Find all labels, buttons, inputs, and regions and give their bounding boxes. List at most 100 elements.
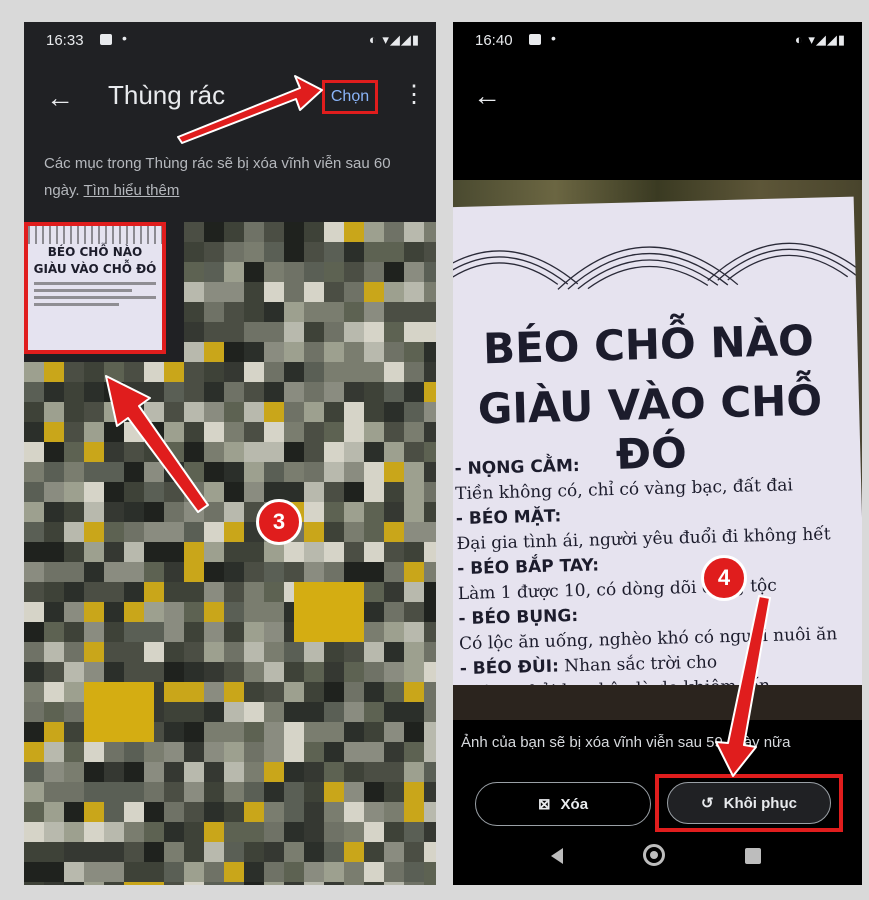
blurred-photo-tile	[404, 622, 424, 642]
blurred-photo-tile	[184, 422, 204, 442]
blurred-photo-tile	[64, 662, 84, 682]
blurred-photo-tile	[304, 362, 324, 382]
photo-line-label: - BÉO BỤNG:	[458, 605, 579, 630]
blurred-photo-tile	[424, 762, 436, 782]
blurred-photo-tile	[244, 262, 264, 282]
blurred-photo-tile	[24, 662, 44, 682]
blurred-photo-tile	[324, 222, 344, 242]
blurred-photo-tile	[124, 802, 144, 822]
blurred-photo-tile	[304, 882, 324, 885]
blurred-photo-tile	[324, 482, 344, 502]
blurred-photo-tile	[344, 482, 364, 502]
blurred-photo-tile	[204, 722, 224, 742]
blurred-photo-tile	[184, 302, 204, 322]
blurred-photo-tile	[44, 602, 64, 622]
delete-button[interactable]: ⊠ Xóa	[475, 782, 651, 826]
blurred-photo-tile	[204, 642, 224, 662]
blurred-photo-tile	[244, 562, 264, 582]
photo-line-label: - NỌNG CẰM:	[454, 455, 580, 480]
blurred-photo-tile	[124, 782, 144, 802]
blurred-photo-tile	[204, 842, 224, 862]
nav-home-icon[interactable]	[643, 844, 665, 866]
blurred-photo-tile	[344, 802, 364, 822]
blurred-photo-tile	[404, 542, 424, 562]
blurred-photo-tile	[364, 382, 384, 402]
blurred-photo-tile	[144, 582, 164, 602]
learn-more-link[interactable]: Tìm hiểu thêm	[84, 182, 180, 199]
blurred-photo-tile	[164, 702, 184, 722]
blurred-photo-tile	[64, 782, 84, 802]
blurred-photo-tile	[184, 242, 204, 262]
blurred-photo-tile	[64, 622, 84, 642]
blurred-photo-tile	[284, 282, 304, 302]
blurred-photo-tile	[144, 842, 164, 862]
blurred-photo-tile	[284, 362, 304, 382]
blurred-photo-tile	[124, 402, 144, 422]
blurred-photo-tile	[264, 562, 284, 582]
blurred-photo-tile	[84, 802, 104, 822]
blurred-photo-tile	[184, 862, 204, 882]
thumbnail-pattern	[28, 226, 162, 244]
blurred-photo-tile	[144, 542, 164, 562]
blurred-photo-tile	[204, 322, 224, 342]
blurred-photo-tile	[84, 442, 104, 462]
blurred-photo-tile	[384, 502, 404, 522]
blurred-photo-tile	[244, 722, 264, 742]
more-vert-icon[interactable]: ⋮	[402, 80, 426, 110]
blurred-photo-tile	[184, 222, 204, 242]
blurred-photo-tile	[144, 882, 164, 885]
blurred-photo-tile	[204, 582, 224, 602]
nav-recents-icon[interactable]	[745, 848, 761, 864]
nav-back-icon[interactable]	[551, 848, 563, 864]
blurred-photo-tile	[204, 342, 224, 362]
blurred-photo-tile	[384, 362, 404, 382]
blurred-photo-tile	[284, 562, 304, 582]
blurred-photo-tile	[344, 742, 364, 762]
blurred-photo-tile	[184, 722, 204, 742]
blurred-photo-tile	[124, 882, 144, 885]
blurred-photo-tile	[204, 702, 224, 722]
blurred-photo-tile	[304, 462, 324, 482]
blurred-photo-tile	[364, 282, 384, 302]
blurred-photo-tile	[204, 542, 224, 562]
blurred-photo-tile	[364, 442, 384, 462]
blurred-photo-tile	[64, 542, 84, 562]
blurred-photo-tile	[124, 582, 144, 602]
blurred-photo-tile	[424, 562, 436, 582]
blurred-photo-tile	[244, 802, 264, 822]
select-button[interactable]: Chọn	[322, 80, 378, 114]
blurred-photo-tile	[44, 862, 64, 882]
blurred-photo-tile	[344, 302, 364, 322]
restore-button[interactable]: ↺ Khôi phục	[667, 782, 831, 824]
blurred-photo-tile	[364, 722, 384, 742]
trash-photo-thumbnail[interactable]: BÉO CHỖ NÀO GIÀU VÀO CHỖ ĐÓ	[24, 222, 166, 354]
blurred-photo-tile	[24, 422, 44, 442]
system-nav-bar	[453, 834, 862, 885]
arrow-left-icon[interactable]: ←	[46, 84, 74, 112]
blurred-photo-tile	[284, 762, 304, 782]
blurred-photo-tile	[364, 782, 384, 802]
blurred-photo-tile	[264, 422, 284, 442]
blurred-photo-tile	[124, 862, 144, 882]
blurred-photo-tile	[144, 822, 164, 842]
blurred-photo-tile	[244, 642, 264, 662]
blurred-photo-tile	[204, 562, 224, 582]
blurred-photo-tile	[424, 282, 436, 302]
blurred-photo-tile	[204, 682, 224, 702]
blurred-photo-tile	[104, 442, 124, 462]
blurred-photo-tile	[204, 782, 224, 802]
blurred-photo-tile	[264, 282, 284, 302]
blurred-photo-tile	[164, 502, 184, 522]
blurred-photo-tile	[104, 402, 124, 422]
blurred-photo-tile	[184, 582, 204, 602]
page-title: Thùng rác	[108, 80, 226, 110]
arrow-left-icon[interactable]: ←	[473, 82, 501, 110]
blurred-photo-tile	[204, 282, 224, 302]
blurred-photo-tile	[324, 542, 344, 562]
blurred-photo-tile	[284, 262, 304, 282]
blurred-photo-tile	[44, 502, 64, 522]
blurred-photo-tile	[184, 542, 204, 562]
blurred-photo-tile	[424, 262, 436, 282]
blurred-photo-tile	[64, 822, 84, 842]
blurred-photo-tile	[384, 302, 404, 322]
